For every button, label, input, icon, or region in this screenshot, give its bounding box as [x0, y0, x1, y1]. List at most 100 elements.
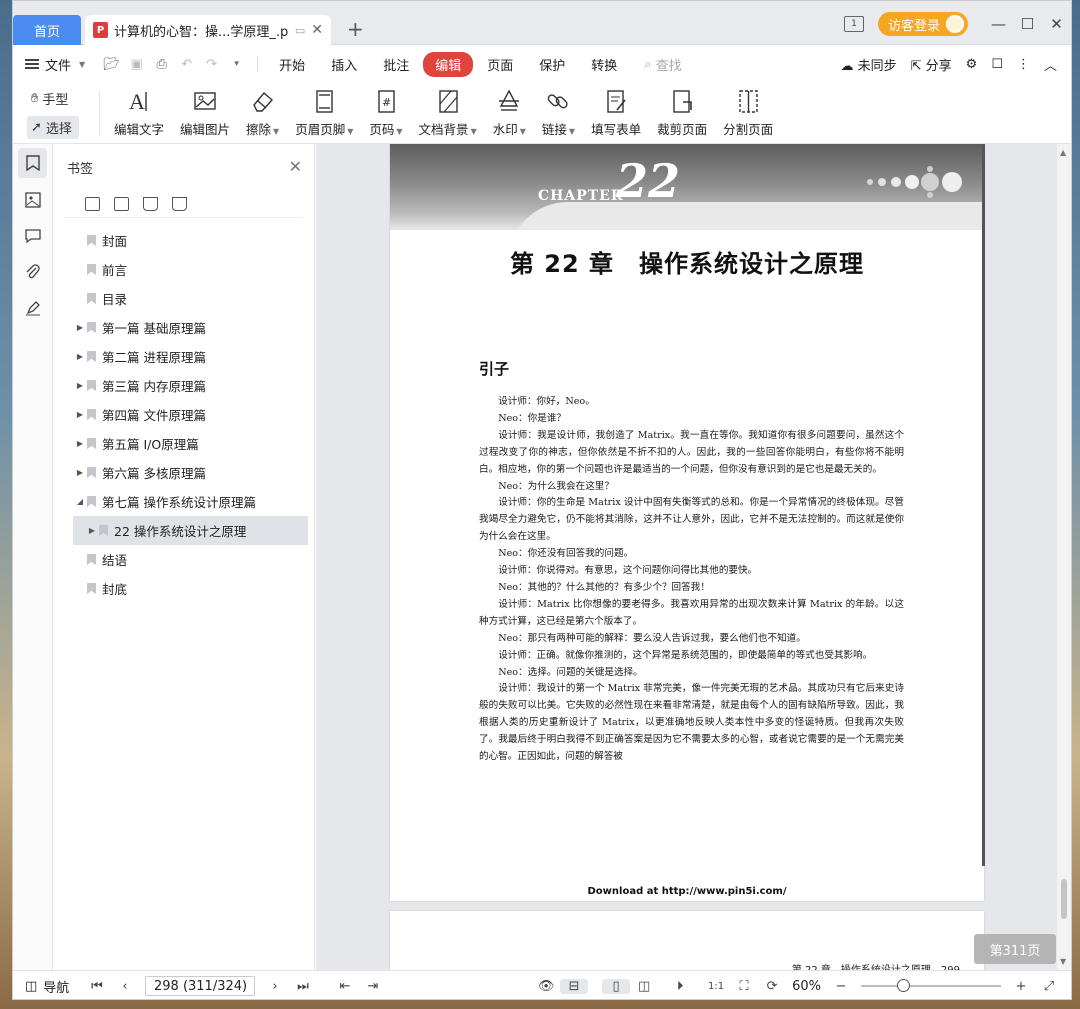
- bookmark-item[interactable]: ▶ 第六篇 多核原理篇: [73, 458, 314, 487]
- expand-arrow-icon[interactable]: ▶: [73, 410, 87, 419]
- signature-panel-icon[interactable]: [13, 290, 52, 326]
- collapse-ribbon-icon[interactable]: ︿: [1044, 55, 1057, 74]
- scrollbar-thumb[interactable]: [1061, 879, 1067, 919]
- menu-page[interactable]: 页面: [475, 52, 525, 77]
- dual-page-icon[interactable]: ◫: [630, 979, 658, 994]
- crop-page-button[interactable]: 裁剪页面: [649, 87, 715, 138]
- collapse-arrow-icon[interactable]: ◢: [73, 497, 87, 506]
- fullscreen-icon[interactable]: ⤢: [1035, 979, 1063, 994]
- vertical-scrollbar[interactable]: ▲ ▼: [1057, 144, 1071, 970]
- first-page-icon[interactable]: ⏮: [83, 979, 111, 994]
- bookmark-item[interactable]: 封底: [73, 574, 314, 603]
- erase-button[interactable]: 擦除 ▼: [238, 87, 287, 138]
- menu-protect[interactable]: 保护: [527, 52, 577, 77]
- settings-icon[interactable]: ⚙: [966, 57, 978, 72]
- tab-document[interactable]: P 计算机的心智：操...学原理_.pdf ▭ ✕: [85, 15, 331, 45]
- expand-arrow-icon[interactable]: ▶: [73, 352, 87, 361]
- continuous-view-icon[interactable]: ⊟: [560, 978, 589, 994]
- bookmark-item[interactable]: ▶ 第四篇 文件原理篇: [73, 400, 314, 429]
- header-footer-button[interactable]: 页眉页脚 ▼: [287, 87, 361, 138]
- bookmark-panel-icon[interactable]: [18, 148, 47, 178]
- last-page-icon[interactable]: ⏭: [289, 979, 317, 994]
- bookmark-item[interactable]: 封面: [73, 226, 314, 255]
- rotate-icon[interactable]: ⟳: [758, 979, 786, 994]
- bookmark-item[interactable]: ▶ 第三篇 内存原理篇: [73, 371, 314, 400]
- play-icon[interactable]: ⏵: [666, 979, 694, 994]
- expand-arrow-icon[interactable]: ▶: [73, 381, 87, 390]
- menu-convert[interactable]: 转换: [579, 52, 629, 77]
- hand-mode-button[interactable]: ✋︎ 手型: [27, 87, 93, 110]
- bookmark-item[interactable]: ▶ 第二篇 进程原理篇: [73, 342, 314, 371]
- comment-panel-icon[interactable]: [13, 218, 52, 254]
- maximize-icon[interactable]: ☐: [1013, 15, 1042, 33]
- fill-form-button[interactable]: 填写表单: [583, 87, 649, 138]
- expand-arrow-icon[interactable]: ▶: [85, 526, 99, 535]
- tab-close-icon[interactable]: ✕: [311, 22, 323, 38]
- expand-arrow-icon[interactable]: ▶: [73, 323, 87, 332]
- actual-size-icon[interactable]: 1:1: [702, 981, 730, 992]
- print-icon[interactable]: ⎙: [149, 57, 174, 72]
- bookmark-item[interactable]: 前言: [73, 255, 314, 284]
- previous-page-icon[interactable]: ‹: [111, 979, 139, 994]
- bookmark-item[interactable]: 结语: [73, 545, 314, 574]
- bookmark-item[interactable]: ▶ 第一篇 基础原理篇: [73, 313, 314, 342]
- quick-access-dropdown-icon[interactable]: ▾: [224, 59, 249, 69]
- document-viewport[interactable]: CHAPTER 22 第 22 章 操作系统设计之原理 引子 设计师：你好，Ne…: [316, 144, 1058, 970]
- bookmark-item-selected[interactable]: ▶ 22 操作系统设计之原理: [73, 516, 308, 545]
- new-tab-button[interactable]: +: [347, 17, 364, 41]
- menu-edit[interactable]: 编辑: [423, 51, 474, 77]
- split-page-button[interactable]: 分割页面: [715, 87, 781, 138]
- visitor-login-button[interactable]: 访客登录: [877, 12, 968, 36]
- sync-status[interactable]: ☁︎ 未同步: [840, 55, 896, 74]
- fit-page-icon[interactable]: ⛶: [730, 979, 758, 994]
- tab-screen-icon[interactable]: ▭: [295, 24, 305, 37]
- select-mode-button[interactable]: ➚ 选择: [27, 115, 79, 139]
- thumbnail-panel-icon[interactable]: [13, 182, 52, 218]
- zoom-slider-knob[interactable]: [897, 979, 910, 992]
- zoom-in-icon[interactable]: +: [1007, 979, 1035, 994]
- link-button[interactable]: 链接 ▼: [534, 87, 583, 138]
- scroll-down-icon[interactable]: ▼: [1060, 957, 1066, 966]
- scroll-up-icon[interactable]: ▲: [1060, 148, 1066, 157]
- zoom-out-icon[interactable]: −: [827, 979, 855, 994]
- eye-protection-icon[interactable]: 👁︎: [532, 979, 560, 994]
- tab-home[interactable]: 首页: [13, 15, 81, 45]
- menu-insert[interactable]: 插入: [319, 52, 369, 77]
- forward-icon[interactable]: ⇥: [359, 979, 387, 994]
- more-options-icon[interactable]: ⋮: [1017, 57, 1030, 72]
- edit-image-button[interactable]: 编辑图片: [172, 87, 238, 138]
- bookmark-item[interactable]: ◢ 第七篇 操作系统设计原理篇: [73, 487, 314, 516]
- edit-text-button[interactable]: A 编辑文字: [106, 87, 172, 138]
- add-bookmark-icon[interactable]: [85, 196, 100, 211]
- document-background-button[interactable]: 文档背景 ▼: [411, 87, 485, 138]
- menu-start[interactable]: 开始: [267, 52, 317, 77]
- bookmark-settings-icon[interactable]: [172, 196, 187, 211]
- add-sub-bookmark-icon[interactable]: [114, 196, 129, 211]
- zoom-slider[interactable]: [861, 979, 1001, 992]
- navigation-toggle[interactable]: ◫ 导航: [13, 977, 83, 996]
- watermark-button[interactable]: 水印 ▼: [485, 87, 534, 138]
- zoom-level[interactable]: 60%: [792, 979, 821, 994]
- single-page-icon[interactable]: ▯: [602, 978, 631, 994]
- search-box[interactable]: ⌕ 查找: [644, 55, 681, 74]
- open-folder-icon[interactable]: 📂︎: [99, 57, 124, 72]
- menu-annotate[interactable]: 批注: [371, 52, 421, 77]
- expand-arrow-icon[interactable]: ▶: [73, 439, 87, 448]
- back-icon[interactable]: ⇤: [331, 979, 359, 994]
- share-button[interactable]: ⇱ 分享: [911, 55, 952, 74]
- page-number-button[interactable]: # 页码 ▼: [361, 87, 410, 138]
- undo-icon[interactable]: ↶: [174, 57, 199, 72]
- window-layout-icon[interactable]: 1: [843, 16, 864, 32]
- save-icon[interactable]: ▣: [124, 57, 149, 72]
- minimize-icon[interactable]: —: [984, 15, 1013, 33]
- redo-icon[interactable]: ↷: [199, 57, 224, 72]
- bookmark-item[interactable]: 目录: [73, 284, 314, 313]
- page-number-input[interactable]: 298 (311/324): [145, 976, 255, 996]
- next-page-icon[interactable]: ›: [261, 979, 289, 994]
- attachment-panel-icon[interactable]: [13, 254, 52, 290]
- expand-arrow-icon[interactable]: ▶: [73, 468, 87, 477]
- close-window-icon[interactable]: ✕: [1042, 15, 1071, 33]
- comment-icon[interactable]: ☐: [991, 57, 1003, 72]
- expand-bookmarks-icon[interactable]: [143, 196, 158, 211]
- bookmark-item[interactable]: ▶ 第五篇 I/O原理篇: [73, 429, 314, 458]
